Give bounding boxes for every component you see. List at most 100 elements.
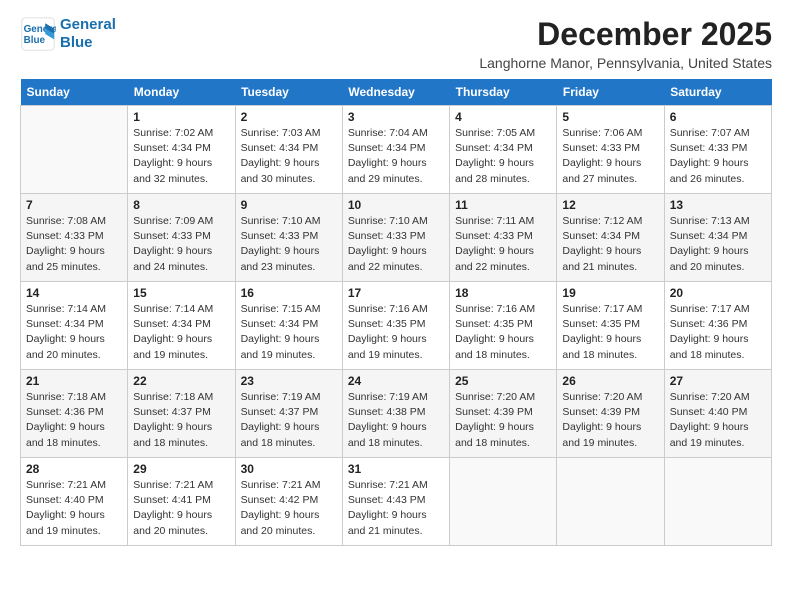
day-number: 10 bbox=[348, 198, 444, 212]
header-wednesday: Wednesday bbox=[342, 79, 449, 106]
month-title: December 2025 bbox=[479, 16, 772, 53]
day-info: Sunrise: 7:15 AMSunset: 4:34 PMDaylight:… bbox=[241, 302, 337, 363]
calendar-cell bbox=[21, 106, 128, 194]
logo: General Blue GeneralBlue bbox=[20, 16, 116, 52]
day-info: Sunrise: 7:02 AMSunset: 4:34 PMDaylight:… bbox=[133, 126, 229, 187]
day-number: 19 bbox=[562, 286, 658, 300]
day-info: Sunrise: 7:14 AMSunset: 4:34 PMDaylight:… bbox=[133, 302, 229, 363]
day-number: 13 bbox=[670, 198, 766, 212]
day-info: Sunrise: 7:03 AMSunset: 4:34 PMDaylight:… bbox=[241, 126, 337, 187]
day-number: 7 bbox=[26, 198, 122, 212]
day-number: 5 bbox=[562, 110, 658, 124]
calendar-cell bbox=[664, 458, 771, 546]
day-number: 14 bbox=[26, 286, 122, 300]
day-number: 4 bbox=[455, 110, 551, 124]
location-title: Langhorne Manor, Pennsylvania, United St… bbox=[479, 55, 772, 71]
day-number: 26 bbox=[562, 374, 658, 388]
calendar-week-0: 1Sunrise: 7:02 AMSunset: 4:34 PMDaylight… bbox=[21, 106, 772, 194]
day-info: Sunrise: 7:21 AMSunset: 4:42 PMDaylight:… bbox=[241, 478, 337, 539]
day-number: 23 bbox=[241, 374, 337, 388]
svg-text:Blue: Blue bbox=[24, 35, 46, 46]
page-header: General Blue GeneralBlue December 2025 L… bbox=[20, 16, 772, 71]
calendar-cell: 26 Sunrise: 7:20 AMSunset: 4:39 PMDayligh… bbox=[557, 370, 664, 458]
day-number: 31 bbox=[348, 462, 444, 476]
day-info: Sunrise: 7:16 AMSunset: 4:35 PMDaylight:… bbox=[348, 302, 444, 363]
day-number: 3 bbox=[348, 110, 444, 124]
calendar-cell: 9 Sunrise: 7:10 AMSunset: 4:33 PMDaylight… bbox=[235, 194, 342, 282]
day-info: Sunrise: 7:20 AMSunset: 4:40 PMDaylight:… bbox=[670, 390, 766, 451]
day-info: Sunrise: 7:19 AMSunset: 4:37 PMDaylight:… bbox=[241, 390, 337, 451]
calendar-cell: 16 Sunrise: 7:15 AMSunset: 4:34 PMDayligh… bbox=[235, 282, 342, 370]
calendar-cell: 15Sunrise: 7:14 AMSunset: 4:34 PMDayligh… bbox=[128, 282, 235, 370]
calendar-header-row: SundayMondayTuesdayWednesdayThursdayFrid… bbox=[21, 79, 772, 106]
day-number: 6 bbox=[670, 110, 766, 124]
day-info: Sunrise: 7:10 AMSunset: 4:33 PMDaylight:… bbox=[241, 214, 337, 275]
calendar-cell: 3Sunrise: 7:04 AMSunset: 4:34 PMDaylight… bbox=[342, 106, 449, 194]
day-number: 2 bbox=[241, 110, 337, 124]
day-info: Sunrise: 7:20 AMSunset: 4:39 PMDaylight:… bbox=[562, 390, 658, 451]
calendar-cell: 24Sunrise: 7:19 AMSunset: 4:38 PMDayligh… bbox=[342, 370, 449, 458]
calendar-week-4: 28Sunrise: 7:21 AMSunset: 4:40 PMDayligh… bbox=[21, 458, 772, 546]
calendar-cell: 25 Sunrise: 7:20 AMSunset: 4:39 PMDayligh… bbox=[450, 370, 557, 458]
day-info: Sunrise: 7:05 AMSunset: 4:34 PMDaylight:… bbox=[455, 126, 551, 187]
calendar-cell: 29 Sunrise: 7:21 AMSunset: 4:41 PMDayligh… bbox=[128, 458, 235, 546]
day-info: Sunrise: 7:17 AMSunset: 4:36 PMDaylight:… bbox=[670, 302, 766, 363]
day-info: Sunrise: 7:21 AMSunset: 4:41 PMDaylight:… bbox=[133, 478, 229, 539]
day-info: Sunrise: 7:13 AMSunset: 4:34 PMDaylight:… bbox=[670, 214, 766, 275]
header-sunday: Sunday bbox=[21, 79, 128, 106]
day-number: 9 bbox=[241, 198, 337, 212]
day-number: 29 bbox=[133, 462, 229, 476]
day-info: Sunrise: 7:12 AMSunset: 4:34 PMDaylight:… bbox=[562, 214, 658, 275]
calendar-cell: 10 Sunrise: 7:10 AMSunset: 4:33 PMDayligh… bbox=[342, 194, 449, 282]
day-number: 17 bbox=[348, 286, 444, 300]
day-info: Sunrise: 7:08 AMSunset: 4:33 PMDaylight:… bbox=[26, 214, 122, 275]
calendar-cell: 11 Sunrise: 7:11 AMSunset: 4:33 PMDayligh… bbox=[450, 194, 557, 282]
header-tuesday: Tuesday bbox=[235, 79, 342, 106]
day-info: Sunrise: 7:07 AMSunset: 4:33 PMDaylight:… bbox=[670, 126, 766, 187]
day-number: 27 bbox=[670, 374, 766, 388]
calendar-cell: 31 Sunrise: 7:21 AMSunset: 4:43 PMDayligh… bbox=[342, 458, 449, 546]
calendar-cell bbox=[450, 458, 557, 546]
header-saturday: Saturday bbox=[664, 79, 771, 106]
calendar-cell: 17 Sunrise: 7:16 AMSunset: 4:35 PMDayligh… bbox=[342, 282, 449, 370]
day-info: Sunrise: 7:09 AMSunset: 4:33 PMDaylight:… bbox=[133, 214, 229, 275]
day-info: Sunrise: 7:10 AMSunset: 4:33 PMDaylight:… bbox=[348, 214, 444, 275]
day-info: Sunrise: 7:21 AMSunset: 4:43 PMDaylight:… bbox=[348, 478, 444, 539]
calendar-cell: 4 Sunrise: 7:05 AMSunset: 4:34 PMDaylight… bbox=[450, 106, 557, 194]
day-info: Sunrise: 7:20 AMSunset: 4:39 PMDaylight:… bbox=[455, 390, 551, 451]
calendar-cell: 19 Sunrise: 7:17 AMSunset: 4:35 PMDayligh… bbox=[557, 282, 664, 370]
calendar-cell: 20 Sunrise: 7:17 AMSunset: 4:36 PMDayligh… bbox=[664, 282, 771, 370]
day-info: Sunrise: 7:18 AMSunset: 4:37 PMDaylight:… bbox=[133, 390, 229, 451]
day-number: 12 bbox=[562, 198, 658, 212]
header-thursday: Thursday bbox=[450, 79, 557, 106]
calendar-cell: 23 Sunrise: 7:19 AMSunset: 4:37 PMDayligh… bbox=[235, 370, 342, 458]
day-info: Sunrise: 7:16 AMSunset: 4:35 PMDaylight:… bbox=[455, 302, 551, 363]
day-info: Sunrise: 7:14 AMSunset: 4:34 PMDaylight:… bbox=[26, 302, 122, 363]
calendar-cell: 8 Sunrise: 7:09 AMSunset: 4:33 PMDaylight… bbox=[128, 194, 235, 282]
day-number: 20 bbox=[670, 286, 766, 300]
day-number: 11 bbox=[455, 198, 551, 212]
day-info: Sunrise: 7:17 AMSunset: 4:35 PMDaylight:… bbox=[562, 302, 658, 363]
calendar-cell: 5 Sunrise: 7:06 AMSunset: 4:33 PMDaylight… bbox=[557, 106, 664, 194]
day-number: 25 bbox=[455, 374, 551, 388]
calendar-table: SundayMondayTuesdayWednesdayThursdayFrid… bbox=[20, 79, 772, 546]
day-info: Sunrise: 7:06 AMSunset: 4:33 PMDaylight:… bbox=[562, 126, 658, 187]
day-number: 8 bbox=[133, 198, 229, 212]
day-number: 24 bbox=[348, 374, 444, 388]
calendar-cell: 27 Sunrise: 7:20 AMSunset: 4:40 PMDayligh… bbox=[664, 370, 771, 458]
header-monday: Monday bbox=[128, 79, 235, 106]
calendar-week-2: 14 Sunrise: 7:14 AMSunset: 4:34 PMDayligh… bbox=[21, 282, 772, 370]
calendar-cell: 6 Sunrise: 7:07 AMSunset: 4:33 PMDaylight… bbox=[664, 106, 771, 194]
calendar-cell: 18Sunrise: 7:16 AMSunset: 4:35 PMDayligh… bbox=[450, 282, 557, 370]
calendar-cell: 30 Sunrise: 7:21 AMSunset: 4:42 PMDayligh… bbox=[235, 458, 342, 546]
day-number: 30 bbox=[241, 462, 337, 476]
calendar-cell: 14 Sunrise: 7:14 AMSunset: 4:34 PMDayligh… bbox=[21, 282, 128, 370]
title-block: December 2025 Langhorne Manor, Pennsylva… bbox=[479, 16, 772, 71]
day-info: Sunrise: 7:21 AMSunset: 4:40 PMDaylight:… bbox=[26, 478, 122, 539]
calendar-cell: 1Sunrise: 7:02 AMSunset: 4:34 PMDaylight… bbox=[128, 106, 235, 194]
day-number: 16 bbox=[241, 286, 337, 300]
day-info: Sunrise: 7:11 AMSunset: 4:33 PMDaylight:… bbox=[455, 214, 551, 275]
header-friday: Friday bbox=[557, 79, 664, 106]
calendar-cell: 13 Sunrise: 7:13 AMSunset: 4:34 PMDayligh… bbox=[664, 194, 771, 282]
logo-text: GeneralBlue bbox=[60, 16, 116, 52]
